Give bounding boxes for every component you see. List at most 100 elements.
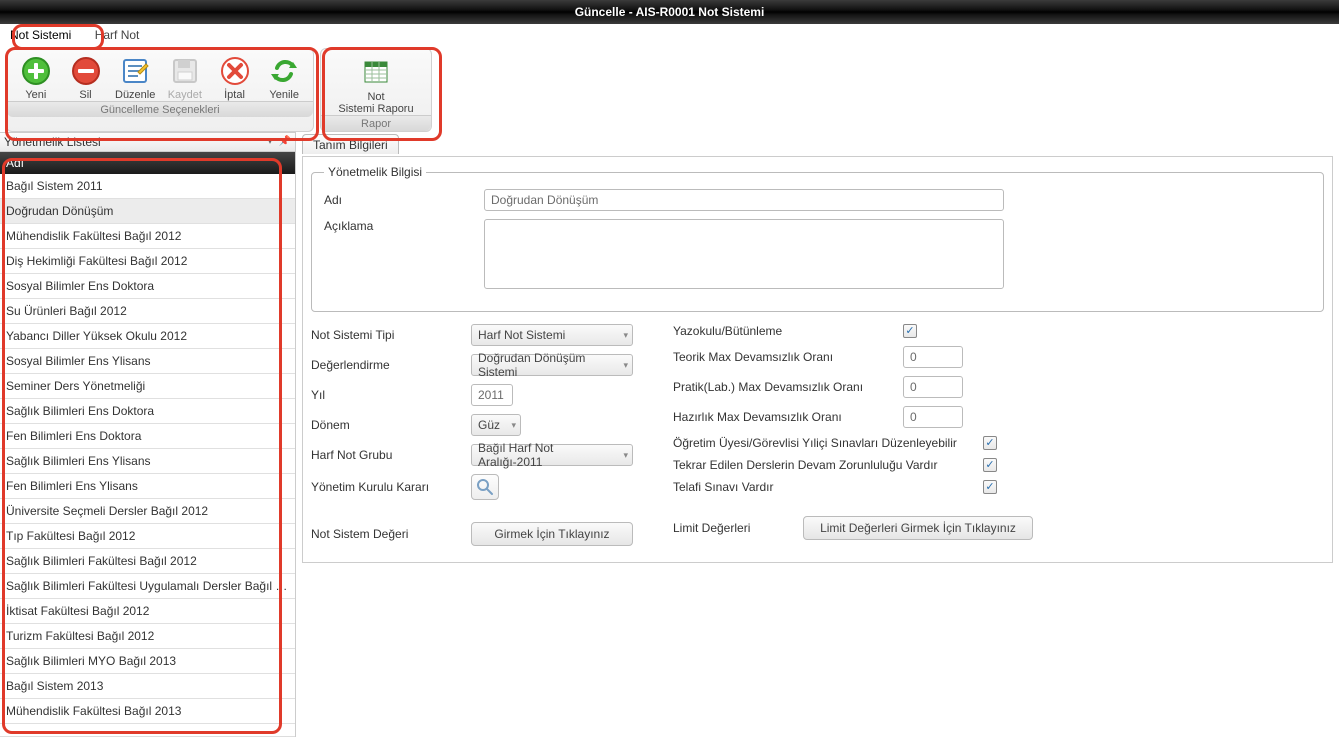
btn-girmek[interactable]: Girmek İçin Tıklayınız: [471, 522, 633, 546]
refresh-icon: [268, 55, 300, 87]
list-item[interactable]: Doğrudan Dönüşüm: [0, 199, 295, 224]
content-area: Tanım Bilgileri Yönetmelik Bilgisi Adı A…: [296, 132, 1339, 737]
window-cap-left: [0, 0, 14, 24]
check-yazokulu[interactable]: [903, 324, 917, 338]
sidebar-title: Yönetmelik Listesi: [4, 132, 101, 152]
new-button[interactable]: Yeni: [13, 53, 59, 101]
input-hazirlik[interactable]: [903, 406, 963, 428]
input-pratik[interactable]: [903, 376, 963, 398]
label-telafi: Telafi Sınavı Vardır: [673, 480, 973, 494]
label-limit: Limit Değerleri: [673, 521, 793, 535]
list-item[interactable]: Bağıl Sistem 2011: [0, 174, 295, 199]
btn-limit[interactable]: Limit Değerleri Girmek İçin Tıklayınız: [803, 516, 1033, 540]
report-icon: [360, 55, 392, 87]
input-yil[interactable]: [471, 384, 513, 406]
window-cap-right: [1325, 0, 1339, 24]
main-tabs: Not Sistemi Harf Not: [0, 24, 1339, 46]
edit-button[interactable]: Düzenle: [112, 53, 158, 101]
label-pratik: Pratik(Lab.) Max Devamsızlık Oranı: [673, 380, 893, 394]
list-item[interactable]: Yabancı Diller Yüksek Okulu 2012: [0, 324, 295, 349]
label-donem: Dönem: [311, 418, 461, 432]
window-title: Güncelle - AIS-R0001 Not Sistemi: [575, 5, 765, 19]
label-not-sistem-degeri: Not Sistem Değeri: [311, 527, 461, 541]
chevron-down-icon: ▾: [623, 330, 628, 341]
list-item[interactable]: İktisat Fakültesi Bağıl 2012: [0, 599, 295, 624]
list-item[interactable]: Tıp Fakültesi Bağıl 2012: [0, 524, 295, 549]
chevron-down-icon: ▾: [623, 450, 628, 461]
report-button[interactable]: Not Sistemi Raporu: [333, 53, 419, 115]
save-label: Kaydet: [162, 89, 208, 101]
list-item[interactable]: Mühendislik Fakültesi Bağıl 2013: [0, 699, 295, 724]
input-adi[interactable]: [484, 189, 1004, 211]
regulation-list: Bağıl Sistem 2011Doğrudan DönüşümMühendi…: [0, 174, 295, 737]
list-item[interactable]: Turizm Fakültesi Bağıl 2012: [0, 624, 295, 649]
dropdown-icon[interactable]: ▾: [268, 132, 273, 152]
tab-tanim-bilgileri[interactable]: Tanım Bilgileri: [302, 134, 399, 154]
new-label: Yeni: [13, 89, 59, 101]
delete-button[interactable]: Sil: [63, 53, 109, 101]
select-harf-not-grubu[interactable]: Bağıl Harf Not Aralığı-2011▾: [471, 444, 633, 466]
plus-icon: [20, 55, 52, 87]
label-hazirlik: Hazırlık Max Devamsızlık Oranı: [673, 410, 893, 424]
edit-label: Düzenle: [112, 89, 158, 101]
list-item[interactable]: Su Ürünleri Bağıl 2012: [0, 299, 295, 324]
save-button[interactable]: Kaydet: [162, 53, 208, 101]
chevron-down-icon: ▾: [511, 420, 516, 431]
input-teorik[interactable]: [903, 346, 963, 368]
list-item[interactable]: Sosyal Bilimler Ens Ylisans: [0, 349, 295, 374]
cancel-label: İptal: [212, 89, 258, 101]
cancel-button[interactable]: İptal: [212, 53, 258, 101]
select-donem[interactable]: Güz▾: [471, 414, 521, 436]
check-tekrar[interactable]: [983, 458, 997, 472]
input-aciklama[interactable]: [484, 219, 1004, 289]
report-label: Not Sistemi Raporu: [333, 89, 419, 115]
edit-icon: [119, 55, 151, 87]
label-yonetim-kurulu: Yönetim Kurulu Kararı: [311, 480, 461, 494]
pin-icon[interactable]: 📌: [279, 132, 291, 152]
cancel-icon: [219, 55, 251, 87]
list-item[interactable]: Sağlık Bilimleri Ens Ylisans: [0, 449, 295, 474]
list-item[interactable]: Seminer Ders Yönetmeliği: [0, 374, 295, 399]
list-item[interactable]: Sağlık Bilimleri Ens Doktora: [0, 399, 295, 424]
label-ogretim: Öğretim Üyesi/Görevlisi Yıliçi Sınavları…: [673, 436, 973, 450]
save-icon: [169, 55, 201, 87]
list-item[interactable]: Sağlık Bilimleri Fakültesi Uygulamalı De…: [0, 574, 295, 599]
chevron-down-icon: ▾: [623, 360, 628, 371]
ribbon-group-report: Not Sistemi Raporu Rapor: [320, 48, 432, 132]
main-tab-harf-not[interactable]: Harf Not: [85, 24, 150, 46]
label-tekrar: Tekrar Edilen Derslerin Devam Zorunluluğ…: [673, 458, 973, 472]
content-panel: Yönetmelik Bilgisi Adı Açıklama Not Sist…: [302, 156, 1333, 563]
search-icon: [476, 478, 494, 496]
refresh-label: Yenile: [261, 89, 307, 101]
check-telafi[interactable]: [983, 480, 997, 494]
check-ogretim[interactable]: [983, 436, 997, 450]
list-item[interactable]: Üniversite Seçmeli Dersler Bağıl 2012: [0, 499, 295, 524]
select-degerlendirme[interactable]: Doğrudan Dönüşüm Sistemi▾: [471, 354, 633, 376]
list-item[interactable]: Sosyal Bilimler Ens Doktora: [0, 274, 295, 299]
list-item[interactable]: Sağlık Bilimleri Fakültesi Bağıl 2012: [0, 549, 295, 574]
refresh-button[interactable]: Yenile: [261, 53, 307, 101]
sidebar: Yönetmelik Listesi ▾ 📌 Adı Bağıl Sistem …: [0, 132, 296, 737]
ribbon: Yeni Sil Düzenle Kaydet: [0, 46, 1339, 132]
label-not-sistemi-tipi: Not Sistemi Tipi: [311, 328, 461, 342]
lookup-button[interactable]: [471, 474, 499, 500]
list-column-header[interactable]: Adı: [0, 152, 295, 174]
list-item[interactable]: Diş Hekimliği Fakültesi Bağıl 2012: [0, 249, 295, 274]
label-adi: Adı: [324, 193, 474, 207]
list-item[interactable]: Bağıl Sistem 2013: [0, 674, 295, 699]
list-item[interactable]: Fen Bilimleri Ens Ylisans: [0, 474, 295, 499]
ribbon-group-update-label: Güncelleme Seçenekleri: [7, 101, 313, 117]
fieldset-legend: Yönetmelik Bilgisi: [324, 165, 426, 179]
label-teorik: Teorik Max Devamsızlık Oranı: [673, 350, 893, 364]
list-item[interactable]: Fen Bilimleri Ens Doktora: [0, 424, 295, 449]
main-tab-not-sistemi[interactable]: Not Sistemi: [0, 24, 81, 46]
label-yazokulu: Yazokulu/Bütünleme: [673, 324, 893, 338]
minus-icon: [70, 55, 102, 87]
list-item[interactable]: Sağlık Bilimleri MYO Bağıl 2013: [0, 649, 295, 674]
list-item[interactable]: Mühendislik Fakültesi Bağıl 2012: [0, 224, 295, 249]
label-aciklama: Açıklama: [324, 219, 474, 233]
delete-label: Sil: [63, 89, 109, 101]
fieldset-yonetmelik: Yönetmelik Bilgisi Adı Açıklama: [311, 165, 1324, 312]
select-not-sistemi-tipi[interactable]: Harf Not Sistemi▾: [471, 324, 633, 346]
label-harf-not-grubu: Harf Not Grubu: [311, 448, 461, 462]
